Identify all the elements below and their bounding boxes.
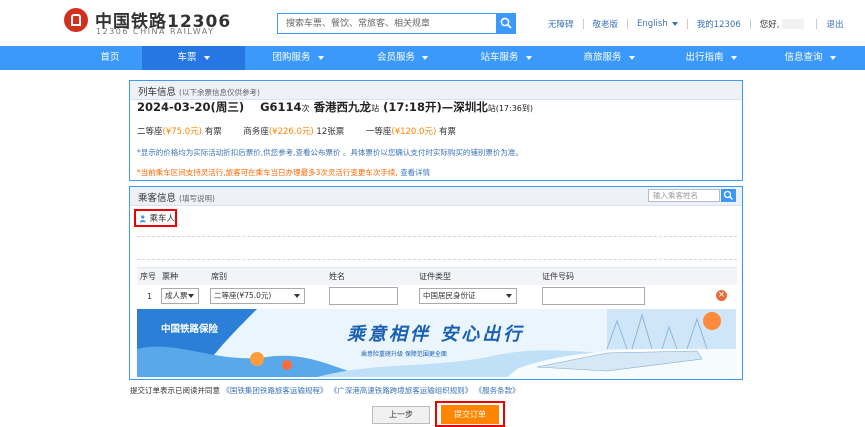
nav-member-service[interactable]: 会员服务 [351, 46, 454, 70]
nav-business-service[interactable]: 商旅服务 [558, 46, 660, 70]
divider [627, 19, 629, 29]
chevron-down-icon [422, 55, 428, 60]
chevron-down-icon [628, 55, 635, 60]
divider [749, 19, 751, 29]
my-12306-link[interactable]: 我的12306 [697, 18, 741, 30]
chevron-down-icon [525, 55, 532, 60]
seat-availability: 二等座(¥75.0元) 有票 商务座(¥226.0元) 12张票 一等座(¥12… [137, 127, 456, 137]
train-summary: 2024-03-20(周三) G6114次 香港西九龙站 (17:18开)—深圳… [137, 100, 533, 114]
english-link[interactable]: English [637, 19, 668, 29]
main-nav: 首页 车票 团购服务 会员服务 站车服务 商旅服务 出行指南 信息查询 [0, 46, 865, 70]
greeting-text: 您好, [759, 20, 780, 30]
nav-group-service[interactable]: 团购服务 [245, 46, 351, 70]
search-icon [500, 17, 512, 29]
chevron-down-icon [730, 55, 737, 60]
passenger-search-input[interactable] [648, 189, 720, 202]
nav-home[interactable]: 首页 [78, 46, 142, 70]
price-note: *显示的价格均为实际活动折扣后票价,供您参考,查看公布票价 。具体票价以您确认支… [137, 148, 523, 157]
divider [582, 19, 584, 29]
banner-subtitle: 乘意险重磅升级 保障范围更全面 [361, 351, 447, 358]
seat-class-select[interactable]: 二等座(¥75.0元) [210, 288, 305, 304]
rule-link-1[interactable]: 《国铁集团铁路旅客运输规程》 [222, 386, 327, 395]
to-station: 深圳北 [453, 100, 488, 114]
rule-link-2[interactable]: 《广深港高速铁路跨境旅客运输组织规则》 [330, 386, 473, 395]
elderly-mode-link[interactable]: 敬老版 [593, 18, 619, 30]
id-type-select[interactable]: 中国居民身份证 [419, 288, 517, 304]
agreement-text: 提交订单表示已阅读并同意 《国铁集团铁路旅客运输规程》 《广深港高速铁路跨境旅客… [130, 386, 520, 395]
logout-link[interactable]: 退出 [826, 18, 843, 30]
passenger-search-button[interactable] [721, 189, 736, 202]
search-icon [723, 190, 734, 201]
name-input[interactable] [329, 287, 398, 305]
fill-instructions-link[interactable]: (填写说明) [179, 194, 215, 203]
nav-tickets[interactable]: 车票 [142, 46, 245, 70]
divider [816, 19, 818, 29]
panel-title: 乘客信息 (填写说明) [138, 193, 215, 204]
terms-link[interactable]: 《服务条款》 [475, 386, 520, 395]
chevron-down-icon [317, 55, 324, 60]
flexible-travel-note: *当前乘车区间支持灵活行,旅客可在乘车当日办理最多3次灵活行变更车次手续, 查看… [137, 168, 431, 177]
insurance-logo-text: 中国铁路保险 [161, 324, 219, 335]
train-number: G6114 [260, 100, 302, 114]
row-index: 1 [147, 292, 153, 301]
prev-step-button[interactable]: 上一步 [372, 406, 430, 424]
from-station: 香港西九龙 [313, 100, 372, 114]
masked-username [782, 19, 805, 29]
divider [137, 236, 737, 237]
logo-subtitle: 12306 CHINA RAILWAY [96, 27, 215, 36]
insurance-banner[interactable]: 中国铁路保险 乘意相伴 安心出行 乘意险重磅升级 保障范围更全面 [137, 309, 736, 377]
passenger-chip[interactable]: 乘车人 [134, 209, 177, 227]
arrive-time: (17:36到) [495, 104, 533, 113]
nav-travel-guide[interactable]: 出行指南 [660, 46, 762, 70]
chevron-down-icon [203, 55, 210, 60]
submit-order-button[interactable]: 提交订单 [441, 405, 499, 424]
top-links: 无障碍 敬老版 English 我的12306 您好, 退出 [548, 17, 844, 31]
railway-logo-icon[interactable] [64, 8, 88, 32]
nav-station-service[interactable]: 站车服务 [454, 46, 558, 70]
site-search-button[interactable] [496, 13, 516, 34]
banner-slogan: 乘意相伴 安心出行 [347, 324, 525, 345]
panel-title: 列车信息 (以下余票信息仅供参考) [138, 87, 260, 98]
chevron-down-icon[interactable] [671, 22, 678, 26]
delete-passenger-icon[interactable]: × [716, 290, 727, 301]
divider [686, 19, 688, 29]
travel-date: 2024-03-20(周三) [137, 100, 245, 114]
accessibility-link[interactable]: 无障碍 [548, 18, 574, 30]
ticket-type-select[interactable]: 成人票 [161, 288, 199, 304]
site-search-box[interactable] [277, 13, 496, 34]
view-details-link[interactable]: 查看详情 [400, 168, 430, 177]
depart-time: (17:18开) [383, 100, 442, 114]
divider [137, 259, 737, 260]
id-number-input[interactable] [542, 287, 645, 305]
nav-info-query[interactable]: 信息查询 [762, 46, 858, 70]
passenger-table-header: 序号 票种 席别 姓名 证件类型 证件号码 [137, 267, 737, 285]
site-search-input[interactable] [284, 14, 493, 34]
user-icon [139, 214, 146, 222]
chevron-down-icon [829, 55, 836, 60]
